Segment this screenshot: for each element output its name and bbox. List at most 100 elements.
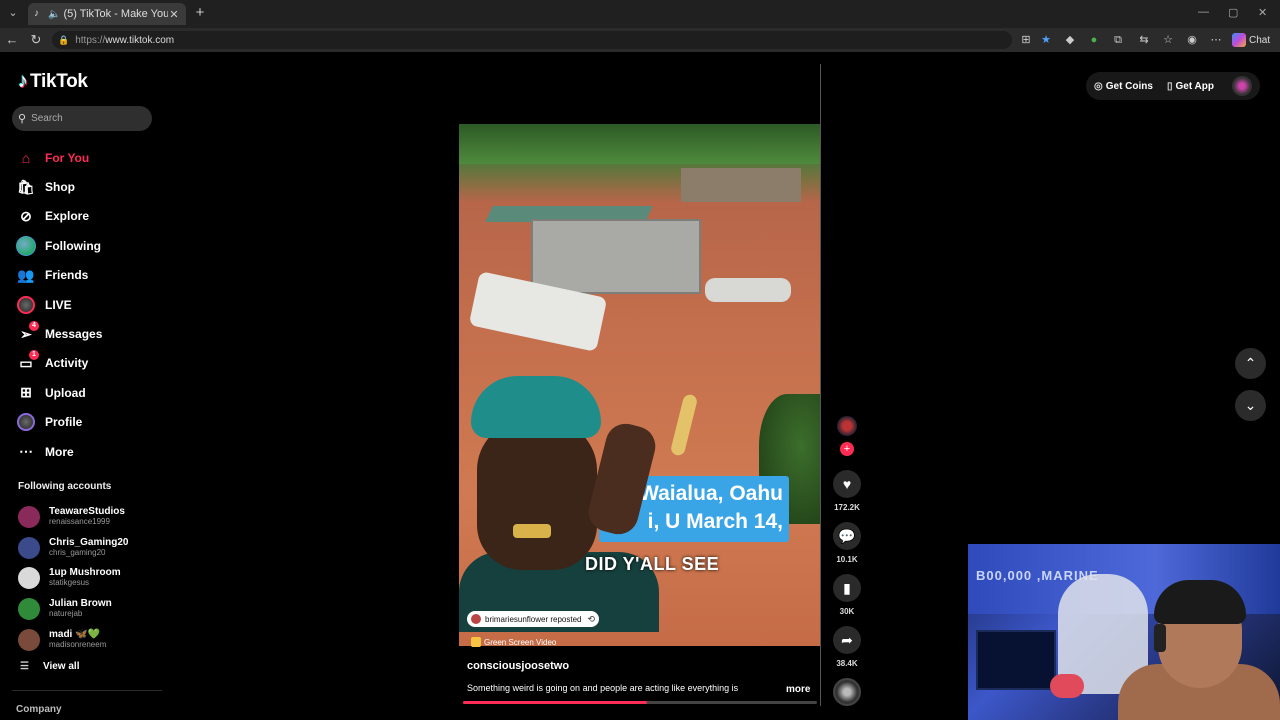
sidebar-item-live[interactable]: LIVE [16, 290, 166, 319]
comment-icon: 💬 [833, 522, 861, 550]
sidebar-item-label: Shop [45, 180, 75, 195]
avatar [18, 598, 40, 621]
messages-icon: ➢ 4 [16, 321, 39, 344]
address-bar: ← ↻ 🔒 https:// www.tiktok.com ⊞ ★ ◆ ● ⧉ … [0, 28, 1280, 52]
following-avatar-icon [16, 235, 36, 256]
sidebar-item-label: Messages [45, 327, 103, 342]
webcam-red-object [1050, 674, 1084, 698]
sidebar-item-for-you[interactable]: ⌂ For You [16, 143, 166, 172]
video-author[interactable]: consciousjoosetwo [467, 660, 569, 672]
creator-grill [513, 524, 551, 538]
back-icon[interactable]: ← [4, 32, 20, 48]
repost-pill[interactable]: brimariesunflower reposted ⟲ [467, 611, 600, 627]
split-screen-icon[interactable]: ⇆ [1136, 32, 1152, 48]
search-placeholder: Search [31, 113, 63, 124]
new-tab-icon[interactable]: + [192, 5, 208, 21]
copilot-icon [1232, 33, 1246, 47]
activity-icon: ▭ 1 [16, 350, 39, 373]
video-building [531, 219, 701, 294]
video-player[interactable]: In Waialua, Oahu i, U March 14, DID Y'AL… [459, 64, 821, 706]
get-coins-label: Get Coins [1105, 80, 1153, 92]
avatar[interactable] [1232, 76, 1252, 96]
minimize-icon[interactable]: — [1198, 6, 1209, 18]
upload-icon: ⊞ [20, 384, 32, 401]
share-button[interactable]: ➦ 38.4K [831, 626, 863, 668]
list-item[interactable]: TeawareStudios renaissance1999 [18, 502, 168, 533]
sidebar-item-friends[interactable]: 👥 Friends [16, 261, 166, 290]
reload-icon[interactable]: ↻ [28, 32, 44, 48]
comment-button[interactable]: 💬 10.1K [831, 522, 863, 564]
phone-icon: ▯ [1166, 80, 1173, 92]
compass-icon: ⊘ [20, 207, 32, 224]
friends-icon: 👥 [17, 266, 35, 283]
save-button[interactable]: ▮ 30K [831, 574, 863, 616]
list-item[interactable]: madi 🦋💚 madisonreneem [18, 624, 168, 655]
tab-title: (5) TikTok - Make Your Day [63, 8, 168, 20]
search-icon: ⚲ [18, 113, 27, 125]
close-tab-icon[interactable]: ✕ [168, 8, 180, 21]
browser-tab[interactable]: ♪ 🔈 (5) TikTok - Make Your Day ✕ [28, 3, 186, 25]
video-shed [681, 168, 801, 202]
video-progress-bar[interactable] [463, 701, 817, 704]
coin-icon: ◎ [1094, 80, 1103, 92]
effect-icon [471, 637, 481, 647]
sidebar-item-explore[interactable]: ⊘ Explore [16, 202, 166, 231]
sidebar-item-label: Upload [45, 385, 86, 400]
extensions-puzzle-icon[interactable]: ⧉ [1110, 32, 1126, 48]
live-icon [16, 295, 36, 315]
save-count: 30K [839, 607, 855, 616]
home-icon: ⌂ [21, 149, 31, 166]
sidebar-item-following[interactable]: Following [16, 231, 166, 260]
list-item[interactable]: 1up Mushroom statikgesus [18, 563, 168, 594]
view-all-button[interactable]: ☰ View all [20, 661, 79, 672]
sidebar-item-shop[interactable]: 🛍 Shop [16, 172, 166, 201]
next-video-chevron-down-icon[interactable]: ⌄ [1235, 390, 1266, 421]
webcam-person-hair [1154, 580, 1246, 624]
sidebar-item-label: LIVE [45, 297, 72, 312]
effect-label[interactable]: Green Screen Video [471, 637, 556, 647]
chat-label: Chat [1249, 34, 1271, 46]
headset-icon [1154, 624, 1166, 652]
previous-video-chevron-up-icon[interactable]: ⌃ [1235, 348, 1266, 379]
tiktok-logo[interactable]: ♪ TikTok [18, 70, 88, 93]
url-field[interactable]: 🔒 https:// www.tiktok.com [52, 31, 1012, 49]
extension-icon[interactable]: ◆ [1062, 32, 1078, 48]
list-item[interactable]: Chris_Gaming20 chris_gaming20 [18, 533, 168, 564]
speaker-icon[interactable]: 🔈 [48, 9, 60, 20]
more-button[interactable]: more [786, 684, 810, 695]
following-accounts-list: TeawareStudios renaissance1999 Chris_Gami… [18, 502, 168, 655]
get-app-button[interactable]: ▯ Get App [1167, 81, 1214, 92]
reader-mode-icon[interactable]: ⊞ [1018, 32, 1034, 48]
favorites-icon[interactable]: ☆ [1160, 32, 1176, 48]
follow-plus-icon[interactable]: + [840, 442, 854, 456]
sidebar-item-more[interactable]: ⋯ More [16, 437, 166, 466]
like-button[interactable]: ♥ 172.2K [831, 470, 863, 512]
activity-badge: 1 [29, 350, 39, 361]
profile-avatar-icon[interactable]: ◉ [1184, 32, 1200, 48]
account-name: Julian Brown [49, 598, 112, 610]
list-item[interactable]: Julian Brown naturejab [18, 594, 168, 625]
profile-icon [16, 412, 36, 432]
tab-list-icon[interactable]: ⌄ [4, 4, 22, 22]
settings-more-icon[interactable]: ⋯ [1208, 32, 1224, 48]
company-link[interactable]: Company [16, 704, 62, 715]
url-scheme: https:// [75, 34, 106, 46]
maximize-icon[interactable]: ▢ [1228, 6, 1238, 19]
search-input[interactable]: ⚲ Search [12, 106, 152, 131]
close-window-icon[interactable]: ✕ [1258, 6, 1267, 19]
sidebar-item-profile[interactable]: Profile [16, 408, 166, 437]
account-name: 1up Mushroom [49, 567, 121, 579]
get-coins-button[interactable]: ◎ Get Coins [1094, 81, 1153, 92]
avatar[interactable] [837, 416, 857, 436]
sidebar-item-upload[interactable]: ⊞ Upload [16, 378, 166, 407]
sidebar-item-label: Friends [45, 268, 89, 283]
sidebar-item-messages[interactable]: ➢ 4 Messages [16, 319, 166, 348]
favorite-star-icon[interactable]: ★ [1038, 32, 1054, 48]
webcam-monitor [976, 630, 1056, 690]
sidebar-item-activity[interactable]: ▭ 1 Activity [16, 349, 166, 378]
account-handle: statikgesus [49, 578, 90, 588]
copilot-chat-button[interactable]: Chat [1232, 32, 1270, 48]
music-disc-icon[interactable] [833, 678, 861, 706]
avatar [471, 614, 481, 624]
extension-green-icon[interactable]: ● [1086, 32, 1102, 48]
